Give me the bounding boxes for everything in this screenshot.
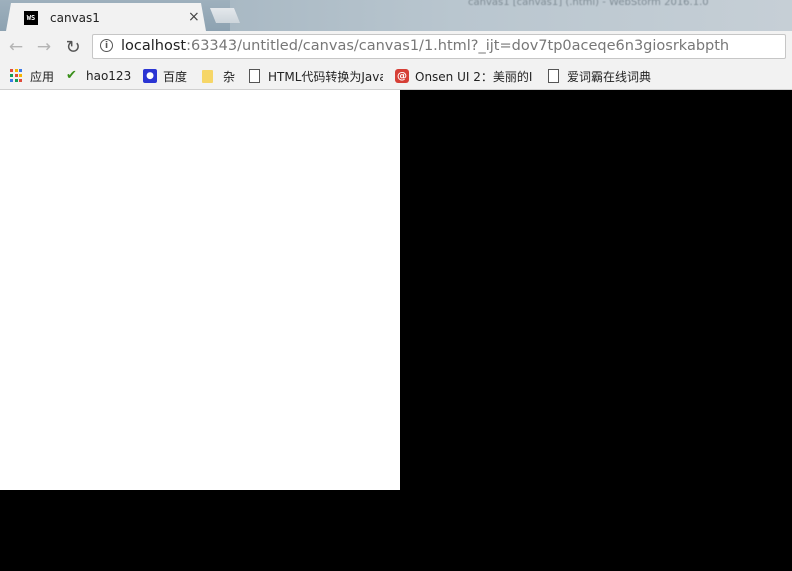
page-icon [548,69,559,83]
bookmark-baidu[interactable]: ● 百度 [143,68,187,84]
window-title-bar: canvas1 [canvas1] (.html) - WebStorm 201… [230,0,792,31]
background-window-title: canvas1 [canvas1] (.html) - WebStorm 201… [468,0,709,8]
bookmark-label: 应用 [30,69,55,84]
tab-canvas1[interactable]: WS canvas1 × [6,3,206,31]
tab-strip: canvas1 [canvas1] (.html) - WebStorm 201… [0,0,792,31]
bookmark-folder-misc[interactable]: 杂 [200,68,235,84]
browser-toolbar: ← → ↻ i localhost:63343/untitled/canvas/… [0,31,792,63]
bookmark-hao123[interactable]: ✔ hao123 [66,68,131,84]
bookmark-label: hao123 [86,69,132,83]
url-text[interactable]: localhost:63343/untitled/canvas/canvas1/… [121,38,729,54]
bookmark-label: 杂 [223,69,236,84]
tab-title: canvas1 [50,11,100,25]
bookmark-label: 百度 [163,69,188,84]
reload-icon[interactable]: ↻ [63,37,83,58]
bookmark-iciba[interactable]: 爱词霸在线词典 [546,68,651,84]
canvas-element[interactable] [0,90,400,490]
bookmark-html-to-java[interactable]: HTML代码转换为Java [247,68,383,84]
address-bar[interactable]: i localhost:63343/untitled/canvas/canvas… [92,34,786,59]
apps-grid-icon [10,69,24,83]
tab-close-icon[interactable]: × [188,9,200,25]
baidu-paw-icon: ● [143,69,157,83]
site-info-icon[interactable]: i [100,39,113,52]
url-path: :63343/untitled/canvas/canvas1/1.html?_i… [186,38,730,54]
page-icon [249,69,260,83]
bookmark-apps[interactable]: 应用 [10,68,54,84]
bookmarks-bar: 应用 ✔ hao123 ● 百度 杂 HTML代码转换为Java @ Onsen… [0,63,792,90]
page-content [0,90,792,571]
webstorm-favicon-icon: WS [24,11,38,25]
folder-icon [202,69,213,83]
hao123-icon: ✔ [66,68,77,83]
onsen-icon: @ [395,69,409,83]
bookmark-label: HTML代码转换为Java [268,69,383,84]
forward-arrow-icon[interactable]: → [34,37,54,57]
bookmark-onsen-ui[interactable]: @ Onsen UI 2：美丽的I [395,68,533,84]
url-host: localhost [121,38,187,54]
bookmark-label: Onsen UI 2：美丽的I [415,69,533,84]
bookmark-label: 爱词霸在线词典 [567,69,652,84]
back-arrow-icon[interactable]: ← [6,37,26,57]
